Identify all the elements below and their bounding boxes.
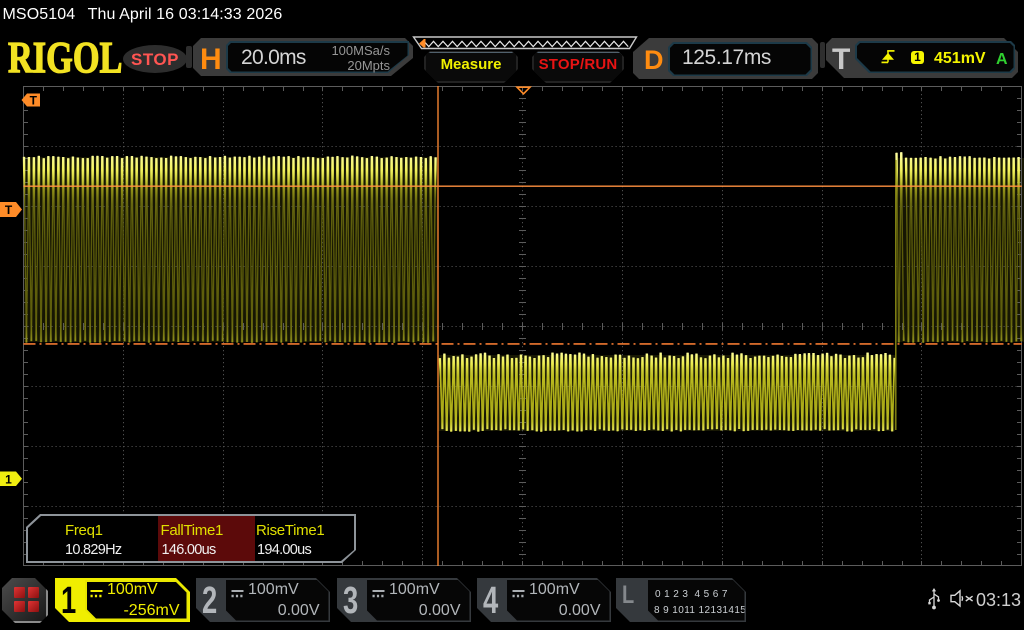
svg-text:T: T [5,203,13,217]
svg-text:1: 1 [5,472,12,486]
svg-text:T: T [30,94,38,108]
